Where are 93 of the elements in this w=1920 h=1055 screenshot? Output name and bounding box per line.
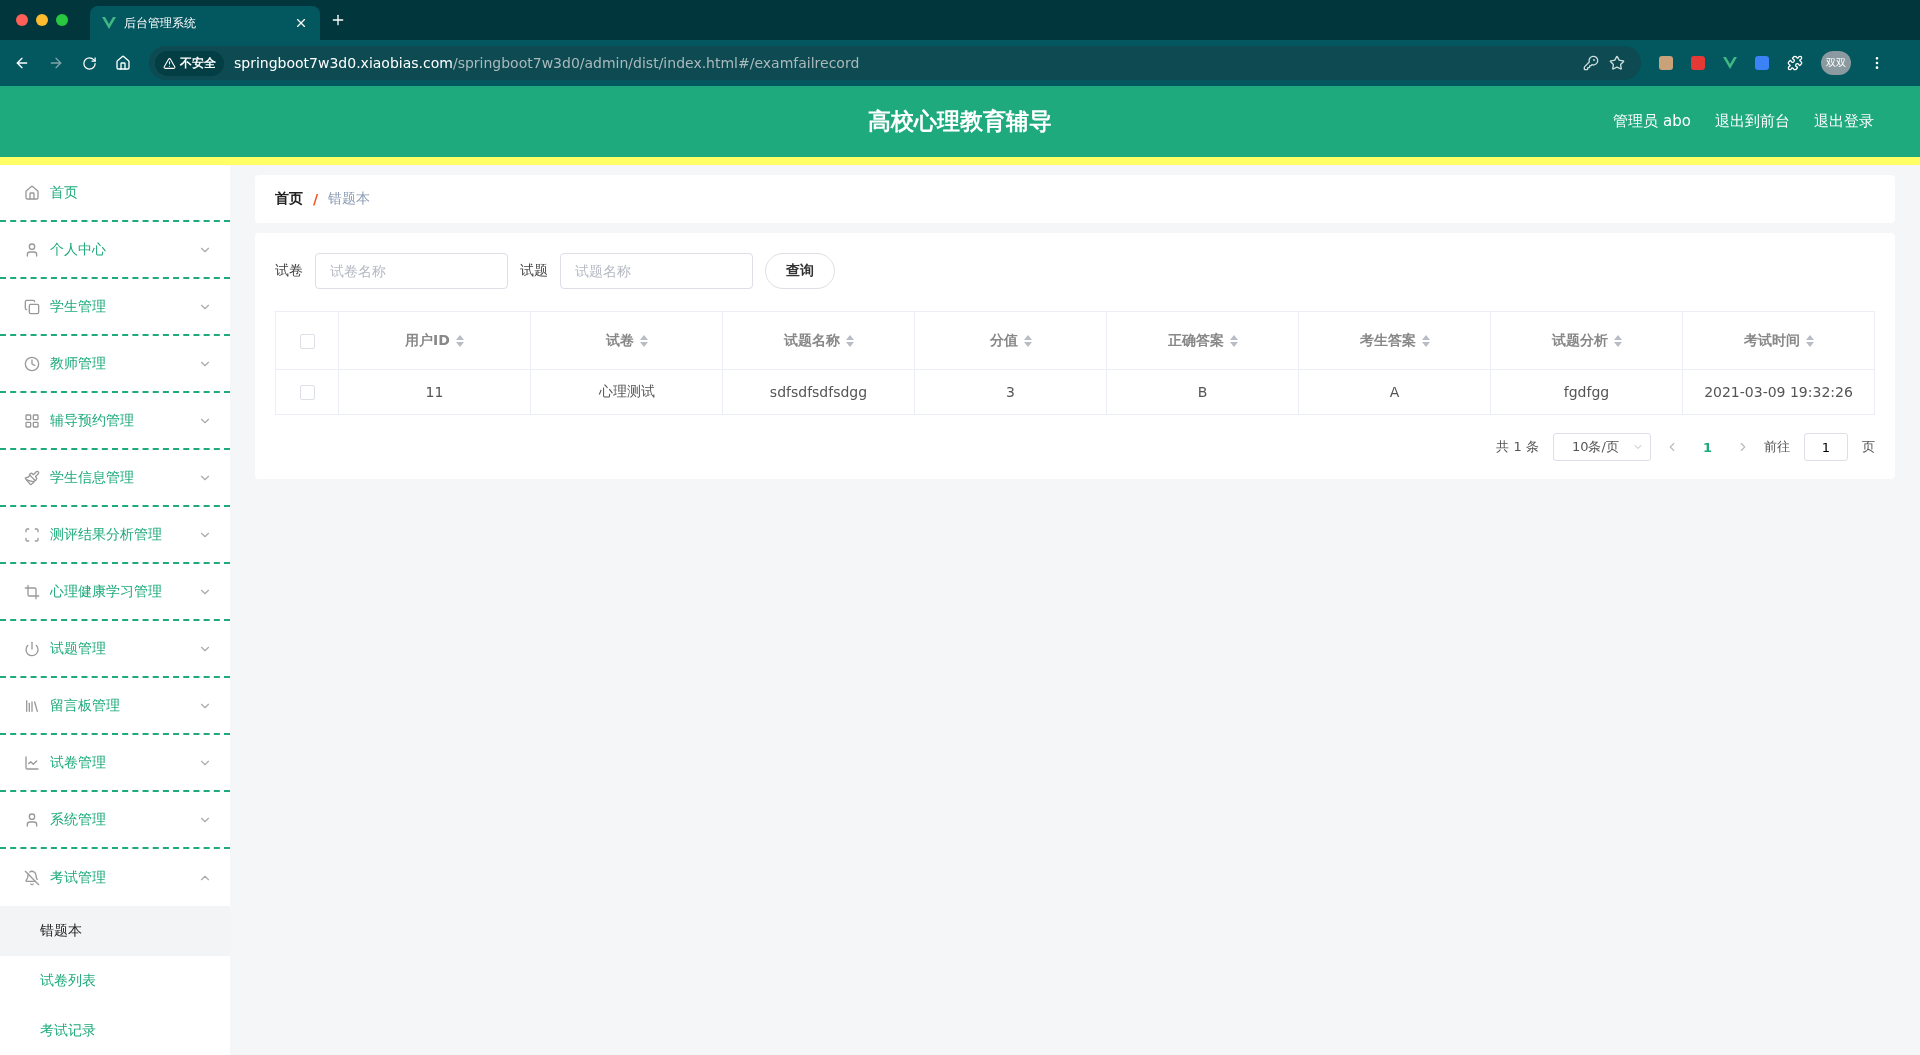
paintbrush-icon <box>24 469 40 486</box>
minimize-window-icon[interactable] <box>36 14 48 26</box>
close-icon[interactable] <box>294 16 308 30</box>
sort-icon[interactable] <box>845 334 854 347</box>
breadcrumb-item[interactable]: 错题本 <box>328 190 371 208</box>
checkbox[interactable] <box>299 385 315 401</box>
sort-icon[interactable] <box>1805 334 1814 347</box>
address-bar[interactable]: 不安全 springboot7w3d0.xiaobias.com/springboot7w3d0/admin/dist/index.html#/examfailrecord <box>149 46 1641 80</box>
page-input[interactable]: 1 <box>1804 433 1848 461</box>
gem-icon[interactable] <box>1755 56 1769 70</box>
url-text: springboot7w3d0.xiaobias.com/springboot7w3d0/admin/dist/index.html#/examfailrecord <box>234 55 861 71</box>
sidebar-item[interactable]: 辅导预约管理 <box>0 393 230 450</box>
field-label: 试题 <box>520 262 548 280</box>
breadcrumb-item[interactable]: 首页 <box>275 190 303 208</box>
column-header[interactable]: 正确答案 <box>1167 331 1224 350</box>
scan-icon <box>24 526 40 543</box>
key-icon[interactable] <box>1583 55 1599 71</box>
page-suffix: 页 <box>1862 438 1875 456</box>
search-field[interactable]: 试卷名称 <box>315 253 508 289</box>
copy-icon <box>24 298 40 315</box>
column-header[interactable]: 分值 <box>989 331 1018 350</box>
table-cell: 11 <box>338 369 531 415</box>
profile-avatar[interactable]: 双双 <box>1821 51 1851 75</box>
reload-icon[interactable] <box>82 55 97 71</box>
extension-icon[interactable] <box>1691 56 1705 70</box>
puzzle-icon[interactable] <box>1787 55 1803 71</box>
power-icon <box>24 640 40 657</box>
forward-icon[interactable] <box>48 55 64 71</box>
sort-icon[interactable] <box>639 334 648 347</box>
sidebar-item[interactable]: 试题管理 <box>0 621 230 678</box>
sidebar-item[interactable]: 考试管理 <box>0 849 230 906</box>
clock-icon <box>24 355 40 372</box>
sidebar-item[interactable]: 首页 <box>0 165 230 222</box>
page-size-select[interactable]: 10条/页 <box>1552 433 1651 461</box>
sort-icon[interactable] <box>1421 334 1430 347</box>
goto-label: 前往 <box>1764 438 1790 456</box>
user-icon <box>24 241 40 258</box>
line-chart-icon <box>24 754 40 771</box>
total-count: 共 1 条 <box>1496 438 1539 456</box>
table-cell: A <box>1298 369 1491 415</box>
v-logo-icon[interactable] <box>1723 57 1737 69</box>
back-icon[interactable] <box>14 55 30 71</box>
sidebar-item[interactable]: 心理健康学习管理 <box>0 564 230 621</box>
table-cell: 心理测试 <box>530 369 723 415</box>
table-cell: sdfsdfsdfsdgg <box>722 369 915 415</box>
column-header[interactable]: 考生答案 <box>1359 331 1416 350</box>
sidebar-item[interactable]: 测评结果分析管理 <box>0 507 230 564</box>
sidebar-item[interactable]: 学生信息管理 <box>0 450 230 507</box>
table-cell: 2021-03-09 19:32:26 <box>1682 369 1875 415</box>
column-header[interactable]: 试卷 <box>605 331 634 350</box>
v-logo-icon <box>102 17 116 29</box>
header-link[interactable]: 退出到前台 <box>1715 112 1790 131</box>
search-button[interactable]: 查询 <box>765 253 835 289</box>
sort-icon[interactable] <box>455 334 464 347</box>
library-icon <box>24 697 40 714</box>
submenu-item[interactable]: 错题本 <box>0 906 230 956</box>
user-label: 管理员 abo <box>1613 112 1691 131</box>
sort-icon[interactable] <box>1229 334 1238 347</box>
crop-icon <box>24 583 40 600</box>
sidebar-item[interactable]: 个人中心 <box>0 222 230 279</box>
sidebar-item[interactable]: 留言板管理 <box>0 678 230 735</box>
column-header[interactable]: 考试时间 <box>1743 331 1800 350</box>
breadcrumb-separator: / <box>313 191 319 207</box>
search-field[interactable]: 试题名称 <box>560 253 753 289</box>
new-tab-icon[interactable] <box>330 12 346 28</box>
field-label: 试卷 <box>275 262 303 280</box>
app-title: 高校心理教育辅导 <box>868 107 1052 136</box>
sidebar-item[interactable]: 系统管理 <box>0 792 230 849</box>
table-cell: fgdfgg <box>1490 369 1683 415</box>
column-header[interactable]: 试题名称 <box>783 331 840 350</box>
column-header[interactable]: 试题分析 <box>1551 331 1608 350</box>
column-header[interactable]: 用户ID <box>405 331 450 350</box>
sort-icon[interactable] <box>1023 334 1032 347</box>
home-icon <box>24 184 40 201</box>
checkbox[interactable] <box>299 333 315 349</box>
security-badge[interactable]: 不安全 <box>155 50 224 76</box>
sort-icon[interactable] <box>1613 334 1622 347</box>
table-cell: B <box>1106 369 1299 415</box>
extension-icon[interactable] <box>1659 56 1673 70</box>
close-window-icon[interactable] <box>16 14 28 26</box>
sidebar-item[interactable]: 试卷管理 <box>0 735 230 792</box>
user-icon <box>24 811 40 828</box>
page-number[interactable]: 1 <box>1692 439 1722 455</box>
maximize-window-icon[interactable] <box>56 14 68 26</box>
header-link[interactable]: 退出登录 <box>1814 112 1874 131</box>
sidebar-item[interactable]: 学生管理 <box>0 279 230 336</box>
sidebar-item[interactable]: 教师管理 <box>0 336 230 393</box>
browser-tab[interactable]: 后台管理系统 <box>90 6 320 40</box>
star-icon[interactable] <box>1609 55 1625 71</box>
table-cell: 3 <box>914 369 1107 415</box>
grid-icon <box>24 412 40 429</box>
bell-off-icon <box>24 869 40 886</box>
home-icon[interactable] <box>115 55 131 71</box>
